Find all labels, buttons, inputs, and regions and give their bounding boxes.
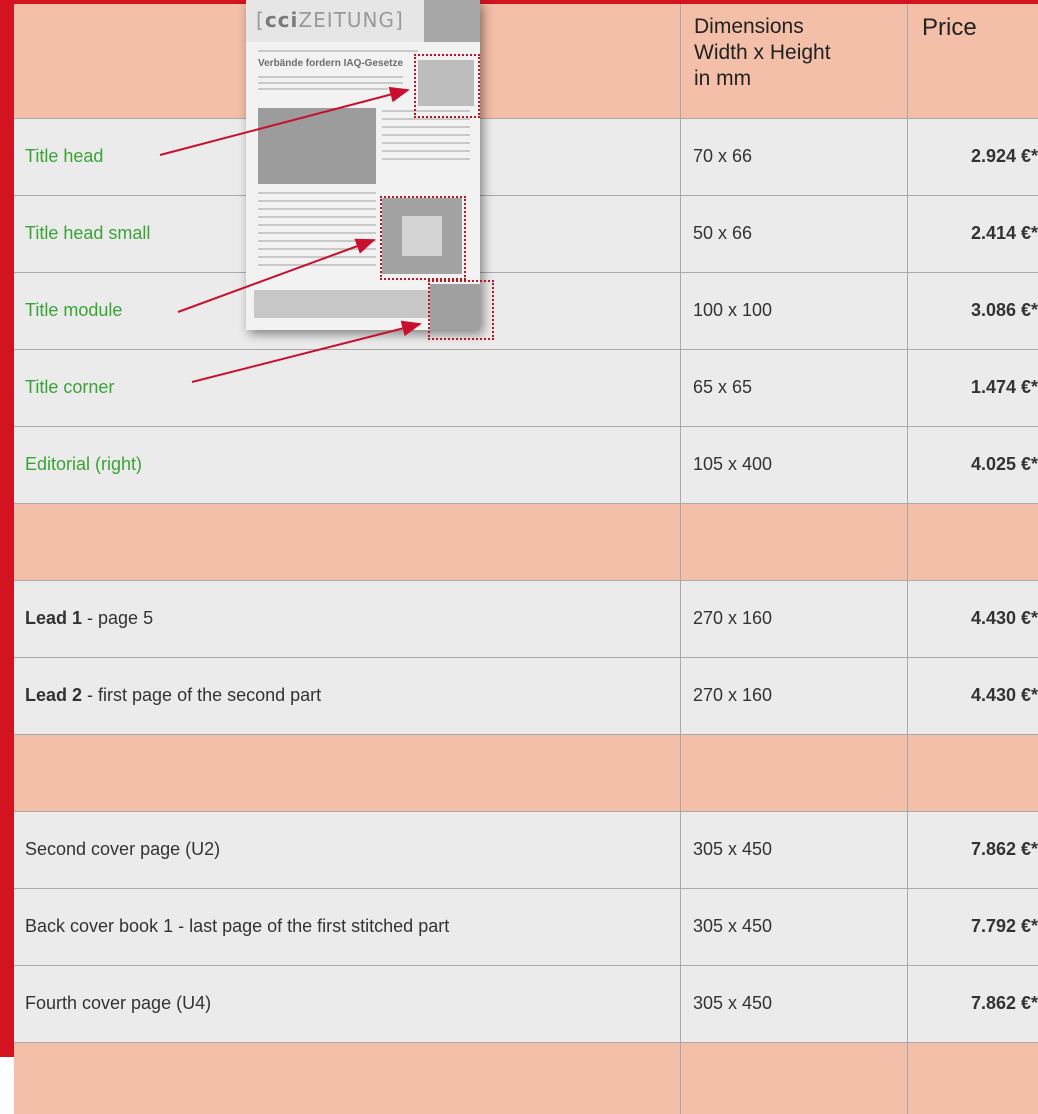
- table-row: Title head 70 x 66 2.924 €*: [14, 118, 1038, 195]
- ad-dimensions: 105 x 400: [693, 454, 773, 474]
- footer-teasers: [254, 290, 430, 318]
- table-row: Lead 1 - page 5 270 x 160 4.430 €*: [14, 580, 1038, 657]
- table-row: Fourth cover page (U4) 305 x 450 7.862 €…: [14, 965, 1038, 1042]
- ad-price: 3.086 €*: [970, 300, 1038, 320]
- issue-number-block: [424, 0, 480, 42]
- ad-dimensions: 270 x 160: [693, 685, 773, 705]
- left-accent-bar: [0, 0, 14, 1057]
- column-divider: [680, 4, 681, 1114]
- ad-price: 7.862 €*: [970, 993, 1038, 1013]
- row-divider: [14, 1042, 1038, 1043]
- ad-price: 4.025 €*: [970, 454, 1038, 474]
- price-header: Price: [922, 14, 977, 41]
- cci-zeitung-logo: [cciZEITUNG]: [256, 8, 404, 32]
- ad-price: 1.474 €*: [970, 377, 1038, 397]
- ad-dimensions: 270 x 160: [693, 608, 773, 628]
- ad-dimensions: 65 x 65: [693, 377, 753, 397]
- ad-dimensions: 305 x 450: [693, 993, 773, 1013]
- table-row: Second cover page (U2) 305 x 450 7.862 €…: [14, 811, 1038, 888]
- ad-dimensions: 50 x 66: [693, 223, 753, 243]
- row-divider: [14, 734, 1038, 735]
- title-module-highlight: [380, 196, 466, 280]
- ad-name: Title corner: [25, 377, 115, 397]
- ad-dimensions: 100 x 100: [693, 300, 773, 320]
- ad-name: Editorial (right): [25, 454, 143, 474]
- row-divider: [14, 426, 1038, 427]
- price-table: Dimensions Width x Height in mm Price Ti…: [14, 4, 1038, 1114]
- ad-name: Lead 1 - page 5: [25, 608, 154, 628]
- table-row: Lead 2 - first page of the second part 2…: [14, 657, 1038, 734]
- row-divider: [14, 965, 1038, 966]
- ad-name: Fourth cover page (U4): [25, 993, 212, 1013]
- ad-price: 2.414 €*: [970, 223, 1038, 243]
- ad-price: 7.792 €*: [970, 916, 1038, 936]
- column-divider: [907, 4, 908, 1114]
- section-spacer-row: [14, 503, 1038, 580]
- row-divider: [14, 657, 1038, 658]
- title-corner-highlight: [428, 280, 494, 340]
- table-row: Title module 100 x 100 3.086 €*: [14, 272, 1038, 349]
- ad-price: 4.430 €*: [970, 685, 1038, 705]
- row-divider: [14, 503, 1038, 504]
- ad-dimensions: 70 x 66: [693, 146, 753, 166]
- table-header: Dimensions Width x Height in mm Price: [14, 4, 1038, 118]
- row-divider: [14, 888, 1038, 889]
- ad-name: Second cover page (U2): [25, 839, 221, 859]
- row-divider: [14, 349, 1038, 350]
- table-row: Back cover book 1 - last page of the fir…: [14, 888, 1038, 965]
- table-row: Title head small 50 x 66 2.414 €*: [14, 195, 1038, 272]
- row-divider: [14, 195, 1038, 196]
- row-divider: [14, 580, 1038, 581]
- section-spacer-row: [14, 734, 1038, 811]
- photo-placeholder: [258, 108, 376, 184]
- ad-dimensions: 305 x 450: [693, 839, 773, 859]
- ad-dimensions: 305 x 450: [693, 916, 773, 936]
- row-divider: [14, 272, 1038, 273]
- ad-price: 2.924 €*: [970, 146, 1038, 166]
- section-spacer-row: [14, 1042, 1038, 1114]
- ad-price: 4.430 €*: [970, 608, 1038, 628]
- table-row: Title corner 65 x 65 1.474 €*: [14, 349, 1038, 426]
- ad-name: Lead 2 - first page of the second part: [25, 685, 322, 705]
- title-head-highlight: [414, 54, 480, 118]
- row-divider: [14, 118, 1038, 119]
- ad-name: Back cover book 1 - last page of the fir…: [25, 916, 450, 936]
- dimensions-header: Dimensions Width x Height in mm: [694, 15, 831, 90]
- row-divider: [14, 811, 1038, 812]
- ad-price: 7.862 €*: [970, 839, 1038, 859]
- thumbnail-headline: Verbände fordern IAQ-Gesetze: [258, 58, 404, 69]
- table-row: Editorial (right) 105 x 400 4.025 €*: [14, 426, 1038, 503]
